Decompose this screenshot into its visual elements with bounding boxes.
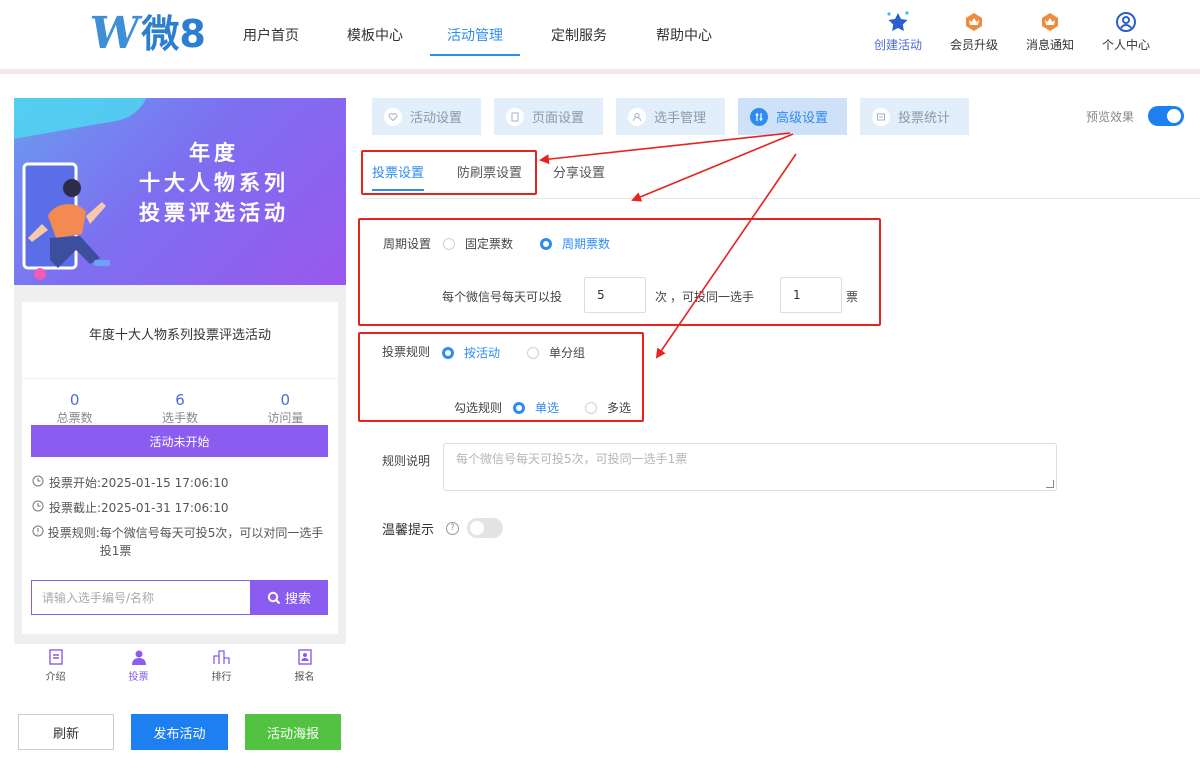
annotation-arrows [539,132,797,359]
arrow-to-subtabs [539,132,791,165]
arrow-to-rule [655,153,797,359]
arrow-to-settings [631,133,794,202]
